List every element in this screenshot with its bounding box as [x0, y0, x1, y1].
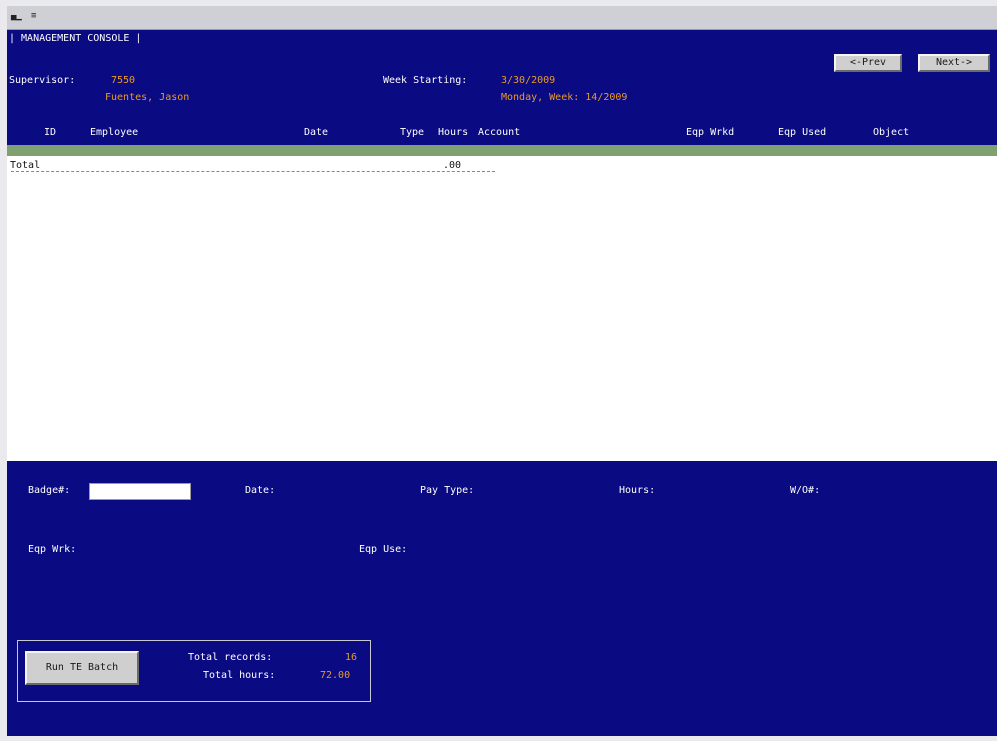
total-separator	[11, 171, 495, 172]
management-console-window: ▄▁ ≡ | MANAGEMENT CONSOLE | <-Prev Next-…	[7, 6, 997, 736]
batch-panel: Run TE Batch Total records: 16 Total hou…	[17, 640, 371, 702]
col-type: Type	[400, 127, 425, 138]
total-label: Total	[10, 160, 41, 171]
grid-header-bar	[7, 145, 997, 156]
run-te-batch-button[interactable]: Run TE Batch	[25, 651, 139, 685]
window-icon[interactable]: ▄▁	[11, 11, 22, 21]
col-account: Account	[478, 127, 521, 138]
date-label: Date:	[245, 485, 276, 496]
eqp-wrk-label: Eqp Wrk:	[28, 544, 77, 555]
hours-label: Hours:	[619, 485, 656, 496]
total-hours-label: Total hours:	[203, 670, 276, 681]
wo-label: W/O#:	[790, 485, 821, 496]
prev-button[interactable]: <-Prev	[834, 54, 902, 72]
supervisor-label: Supervisor:	[9, 75, 76, 86]
console-title: | MANAGEMENT CONSOLE |	[9, 33, 142, 44]
column-headers: ID Employee Date Type Hours Account Eqp …	[7, 127, 997, 141]
col-object: Object	[873, 127, 910, 138]
col-date: Date	[304, 127, 329, 138]
pay-type-label: Pay Type:	[420, 485, 475, 496]
timesheet-grid[interactable]: Total .00	[7, 156, 997, 461]
col-eqp-wrkd: Eqp Wrkd	[686, 127, 735, 138]
col-hours: Hours	[438, 127, 469, 138]
title-bar: ▄▁ ≡	[7, 6, 997, 30]
badge-input[interactable]	[89, 483, 191, 500]
week-starting-date: 3/30/2009	[501, 75, 556, 86]
col-id: ID	[44, 127, 57, 138]
total-records-label: Total records:	[188, 652, 273, 663]
total-hours: .00	[443, 160, 462, 171]
badge-label: Badge#:	[28, 485, 71, 496]
eqp-use-label: Eqp Use:	[359, 544, 408, 555]
col-eqp-used: Eqp Used	[778, 127, 827, 138]
col-employee: Employee	[90, 127, 139, 138]
next-button[interactable]: Next->	[918, 54, 990, 72]
week-starting-label: Week Starting:	[383, 75, 468, 86]
menu-icon[interactable]: ≡	[31, 11, 36, 21]
week-day-number: Monday, Week: 14/2009	[501, 92, 628, 103]
total-hours-value: 72.00	[320, 670, 351, 681]
total-records-value: 16	[345, 652, 358, 663]
supervisor-name: Fuentes, Jason	[105, 92, 190, 103]
supervisor-id: 7550	[111, 75, 136, 86]
